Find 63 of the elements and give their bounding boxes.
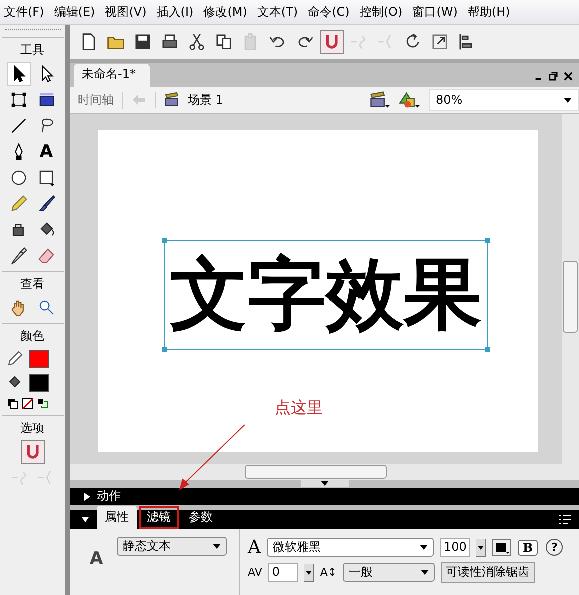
magnet-icon[interactable]	[321, 31, 343, 53]
menu-item[interactable]: 插入(I)	[152, 4, 198, 20]
font-size-field[interactable]: 100	[440, 538, 470, 557]
swap-colors-icon[interactable]	[36, 398, 48, 410]
text-color-swatch[interactable]	[492, 538, 512, 556]
timeline-button[interactable]: 时间轴	[78, 92, 123, 108]
default-colors-icon[interactable]	[6, 398, 18, 410]
actions-panel-title[interactable]: 动作	[97, 488, 121, 505]
menu-item[interactable]: 命令(C)	[304, 4, 354, 20]
vertical-scrollbar[interactable]	[562, 114, 579, 480]
baseline-label: A↕	[320, 566, 338, 579]
text-type-dropdown[interactable]: 静态文本	[117, 537, 228, 556]
restore-icon[interactable]	[549, 72, 558, 81]
anti-alias-dropdown[interactable]: 可读性消除锯齿	[441, 562, 536, 583]
dropdown-arrow-icon[interactable]	[304, 564, 314, 582]
menu-item[interactable]: 修改(M)	[200, 4, 252, 20]
letter-spacing-field[interactable]: 0	[268, 563, 298, 582]
document-tab[interactable]: 未命名-1*	[74, 64, 150, 87]
no-color-icon[interactable]	[22, 398, 34, 410]
expand-arrow-icon[interactable]	[84, 492, 91, 500]
magnet-icon[interactable]	[22, 441, 44, 463]
panel-tab[interactable]: 参数	[181, 506, 221, 529]
caret-icon	[421, 570, 430, 575]
caret-icon	[564, 98, 572, 102]
menu-item[interactable]: 窗口(W)	[408, 4, 462, 20]
pencil-icon	[6, 351, 22, 367]
selection-box[interactable]: 文字效果	[164, 240, 488, 350]
edit-scene-icon[interactable]	[369, 91, 391, 109]
section-title: 颜色	[2, 323, 64, 347]
font-glyph: A	[248, 537, 261, 558]
menu-item[interactable]: 帮助(H)	[464, 4, 514, 20]
help-button[interactable]: ?	[546, 539, 564, 556]
fill-color-swatch[interactable]	[28, 374, 48, 392]
panel-tab[interactable]: 属性	[97, 506, 137, 529]
zoom-dropdown[interactable]: 80%	[429, 89, 579, 111]
horizontal-scrollbar[interactable]	[70, 464, 562, 480]
toolbox-title: 工具	[2, 37, 64, 61]
baseline-dropdown[interactable]: 一般	[343, 563, 436, 582]
panel-tab[interactable]: 滤镜	[139, 506, 179, 529]
section-title: 查看	[2, 271, 64, 295]
text-tool-button[interactable]: A	[36, 141, 58, 163]
text-type-glyph: A	[90, 549, 104, 569]
caret-icon	[213, 544, 222, 549]
arrow-tool-icon[interactable]	[8, 63, 30, 85]
menu-item[interactable]: 视图(V)	[101, 4, 151, 20]
stroke-color-swatch[interactable]	[28, 350, 48, 368]
letter-spacing-label: AV	[248, 566, 262, 579]
menu-icon[interactable]	[559, 514, 571, 524]
annotation-text: 点这里	[275, 398, 323, 419]
dropdown-arrow-icon[interactable]	[476, 538, 486, 556]
collapse-arrow-icon[interactable]	[82, 516, 89, 524]
bold-button[interactable]: B	[518, 540, 538, 556]
scene-label: 场景 1	[188, 92, 224, 108]
edit-symbols-icon[interactable]	[399, 91, 421, 109]
font-dropdown[interactable]: 微软雅黑	[267, 538, 434, 557]
section-title: 选项	[2, 415, 64, 439]
close-icon[interactable]	[564, 72, 573, 81]
menu-item[interactable]: 文本(T)	[253, 4, 302, 20]
clapperboard-icon	[164, 92, 180, 108]
caret-icon	[420, 545, 428, 550]
menu-item[interactable]: 文件(F)	[0, 4, 48, 20]
menu-item[interactable]: 编辑(E)	[50, 4, 100, 20]
menu-item[interactable]: 控制(O)	[356, 4, 407, 20]
